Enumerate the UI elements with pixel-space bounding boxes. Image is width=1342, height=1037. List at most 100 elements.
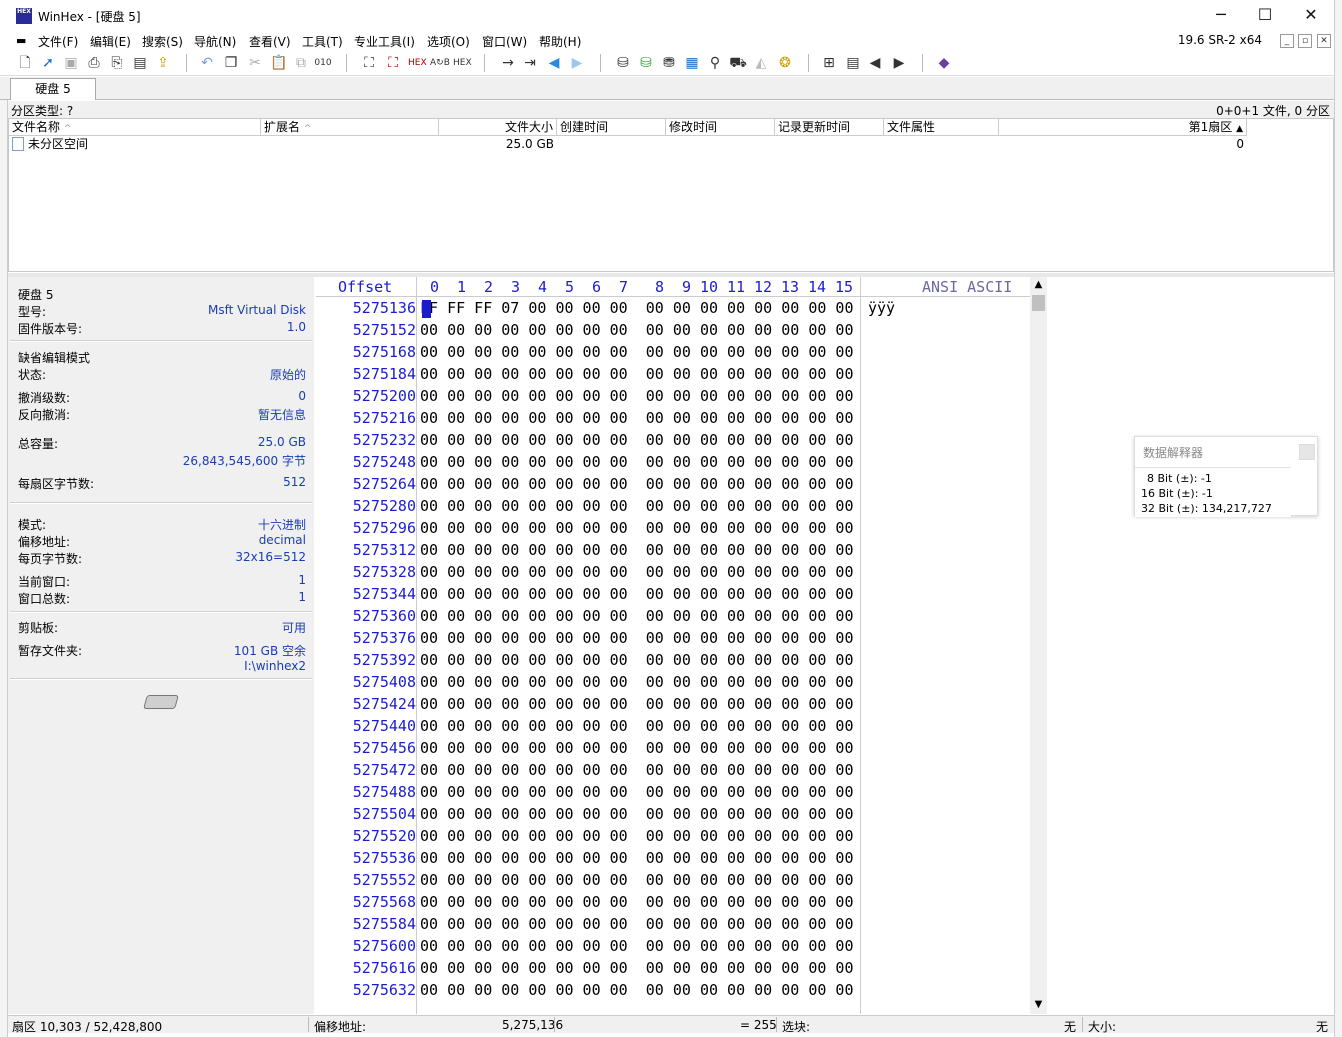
hex-row[interactable]: 00 00 00 00 00 00 00 00 00 00 00 00 00 0…: [420, 827, 853, 845]
next-icon[interactable]: ▶: [890, 54, 908, 72]
hex-row[interactable]: 00 00 00 00 00 00 00 00 00 00 00 00 00 0…: [420, 871, 853, 889]
column-header-extension[interactable]: 扩展名 ^: [261, 119, 439, 136]
back-icon[interactable]: ◀: [545, 54, 563, 72]
find-hex-icon[interactable]: ⛶: [384, 54, 402, 72]
menu-tools[interactable]: 工具(T): [302, 33, 343, 50]
menu-specialist-tools[interactable]: 专业工具(I): [354, 33, 415, 50]
menu-file[interactable]: 文件(F): [38, 33, 78, 50]
settings-icon[interactable]: ❂: [776, 54, 794, 72]
status-byte-value[interactable]: = 255: [740, 1018, 777, 1032]
mdi-close-button[interactable]: ✕: [1317, 34, 1331, 48]
hex-row[interactable]: 00 00 00 00 00 00 00 00 00 00 00 00 00 0…: [420, 805, 853, 823]
scroll-up-icon[interactable]: ▲: [1030, 277, 1047, 293]
hex-row[interactable]: 00 00 00 00 00 00 00 00 00 00 00 00 00 0…: [420, 959, 853, 977]
print-preview-icon[interactable]: ⎘: [108, 54, 126, 72]
replace-hex-icon[interactable]: HEX: [453, 54, 472, 72]
disk-open-icon[interactable]: ⛁: [637, 54, 655, 72]
scroll-down-icon[interactable]: ▼: [1030, 997, 1047, 1013]
status-selection-value[interactable]: 无: [1064, 1018, 1076, 1035]
gap-icon[interactable]: ◭: [752, 54, 770, 72]
temp-folder-path[interactable]: I:\winhex2: [244, 659, 306, 673]
column-header-attributes[interactable]: 文件属性: [884, 119, 999, 136]
hex-rows[interactable]: 5275136 FF FF FF 07 00 00 00 00 00 00 00 …: [316, 277, 860, 1014]
save-icon[interactable]: ▣: [62, 54, 80, 72]
grid-icon[interactable]: ⊞: [820, 54, 838, 72]
hex-row[interactable]: 00 00 00 00 00 00 00 00 00 00 00 00 00 0…: [420, 673, 853, 691]
mdi-restore-button[interactable]: ▫: [1298, 34, 1312, 48]
menu-view[interactable]: 查看(V): [249, 33, 291, 50]
bytes-per-page-value[interactable]: 32x16=512: [235, 550, 306, 564]
properties-icon[interactable]: ▤: [131, 54, 149, 72]
hex-row[interactable]: 00 00 00 00 00 00 00 00 00 00 00 00 00 0…: [420, 937, 853, 955]
open-file-icon[interactable]: ➚: [39, 54, 57, 72]
menu-navigate[interactable]: 导航(N): [194, 33, 236, 50]
hex-row[interactable]: 00 00 00 00 00 00 00 00 00 00 00 00 00 0…: [420, 695, 853, 713]
table-row[interactable]: 未分区空间 25.0 GB 0: [9, 136, 1247, 153]
prev-icon[interactable]: ◀: [866, 54, 884, 72]
hex-row[interactable]: 00 00 00 00 00 00 00 00 00 00 00 00 00 0…: [420, 343, 853, 361]
hex-row[interactable]: 00 00 00 00 00 00 00 00 00 00 00 00 00 0…: [420, 387, 853, 405]
tab-disk-5[interactable]: 硬盘 5: [10, 78, 96, 100]
hex-row[interactable]: 00 00 00 00 00 00 00 00 00 00 00 00 00 0…: [420, 761, 853, 779]
ascii-row-0[interactable]: ÿÿÿ: [868, 299, 895, 317]
cleanup-icon[interactable]: ⛟: [729, 54, 747, 72]
binary-icon[interactable]: 010: [314, 54, 332, 72]
find-icon[interactable]: ⛶: [360, 54, 378, 72]
hex-row[interactable]: 00 00 00 00 00 00 00 00 00 00 00 00 00 0…: [420, 475, 853, 493]
hex-row[interactable]: 00 00 00 00 00 00 00 00 00 00 00 00 00 0…: [420, 585, 853, 603]
copy-icon[interactable]: ❐: [222, 54, 240, 72]
ram-icon[interactable]: ▦: [683, 54, 701, 72]
menu-window[interactable]: 窗口(W): [482, 33, 527, 50]
status-size-value[interactable]: 无: [1316, 1018, 1328, 1035]
offset-mode-value[interactable]: decimal: [259, 533, 306, 547]
mode-value[interactable]: 十六进制: [258, 516, 306, 533]
menu-edit[interactable]: 编辑(E): [90, 33, 131, 50]
hex-row[interactable]: 00 00 00 00 00 00 00 00 00 00 00 00 00 0…: [420, 321, 853, 339]
hex-row[interactable]: 00 00 00 00 00 00 00 00 00 00 00 00 00 0…: [420, 981, 853, 999]
data-interpreter-window[interactable]: 数据解释器 8 Bit (±): -1 16 Bit (±): -1 32 Bi…: [1134, 436, 1318, 517]
hex-editor[interactable]: Offset 0 1 2 3 4 5 6 7 8 9 10 11 12 13 1…: [316, 277, 1046, 1014]
vertical-scrollbar[interactable]: ▲ ▼: [1030, 277, 1047, 1014]
paste-icon[interactable]: 📋: [270, 54, 288, 72]
column-header-record-changed[interactable]: 记录更新时间: [775, 119, 884, 136]
system-menu-icon[interactable]: ▬: [16, 34, 26, 47]
hex-row[interactable]: 00 00 00 00 00 00 00 00 00 00 00 00 00 0…: [420, 717, 853, 735]
paste-special-icon[interactable]: ⧉: [292, 54, 310, 72]
hex-row[interactable]: 00 00 00 00 00 00 00 00 00 00 00 00 00 0…: [420, 739, 853, 757]
hex-row[interactable]: 00 00 00 00 00 00 00 00 00 00 00 00 00 0…: [420, 541, 853, 559]
minimize-button[interactable]: ─: [1198, 0, 1244, 32]
new-file-icon[interactable]: 🗋: [16, 54, 34, 72]
column-header-filename[interactable]: 文件名称 ^: [9, 119, 261, 136]
menu-help[interactable]: 帮助(H): [539, 33, 581, 50]
column-header-first-sector[interactable]: 第1扇区 ▲: [999, 119, 1247, 136]
print-icon[interactable]: ⎙: [85, 54, 103, 72]
hex-row[interactable]: 00 00 00 00 00 00 00 00 00 00 00 00 00 0…: [420, 563, 853, 581]
book-icon[interactable]: ◆: [935, 54, 953, 72]
hex-row[interactable]: 00 00 00 00 00 00 00 00 00 00 00 00 00 0…: [420, 607, 853, 625]
cut-icon[interactable]: ✂: [246, 54, 264, 72]
export-icon[interactable]: ⇪: [154, 54, 172, 72]
column-header-size[interactable]: 文件大小: [439, 119, 557, 136]
undo-icon[interactable]: ↶: [198, 54, 216, 72]
hex-row[interactable]: 00 00 00 00 00 00 00 00 00 00 00 00 00 0…: [420, 365, 853, 383]
hex-row[interactable]: FF FF FF 07 00 00 00 00 00 00 00 00 00 0…: [420, 299, 853, 317]
hex-row[interactable]: 00 00 00 00 00 00 00 00 00 00 00 00 00 0…: [420, 915, 853, 933]
close-button[interactable]: ✕: [1288, 0, 1334, 32]
disk-tools-icon[interactable]: ⛃: [660, 54, 678, 72]
zoom-icon[interactable]: ⚲: [706, 54, 724, 72]
disk-icon[interactable]: ⛁: [614, 54, 632, 72]
hex-row[interactable]: 00 00 00 00 00 00 00 00 00 00 00 00 00 0…: [420, 783, 853, 801]
state-value[interactable]: 原始的: [270, 366, 306, 383]
find-text-icon[interactable]: HEX: [408, 54, 427, 72]
hex-row[interactable]: 00 00 00 00 00 00 00 00 00 00 00 00 00 0…: [420, 629, 853, 647]
goto-icon[interactable]: →: [499, 54, 517, 72]
maximize-button[interactable]: ☐: [1242, 0, 1288, 32]
hex-row[interactable]: 00 00 00 00 00 00 00 00 00 00 00 00 00 0…: [420, 849, 853, 867]
hex-row[interactable]: 00 00 00 00 00 00 00 00 00 00 00 00 00 0…: [420, 409, 853, 427]
hex-row[interactable]: 00 00 00 00 00 00 00 00 00 00 00 00 00 0…: [420, 519, 853, 537]
table-icon[interactable]: ▤: [844, 54, 862, 72]
replace-text-icon[interactable]: A↻B: [430, 54, 450, 72]
mdi-minimize-button[interactable]: _: [1280, 34, 1294, 48]
hex-row[interactable]: 00 00 00 00 00 00 00 00 00 00 00 00 00 0…: [420, 431, 853, 449]
clipboard-value[interactable]: 可用: [282, 619, 306, 636]
